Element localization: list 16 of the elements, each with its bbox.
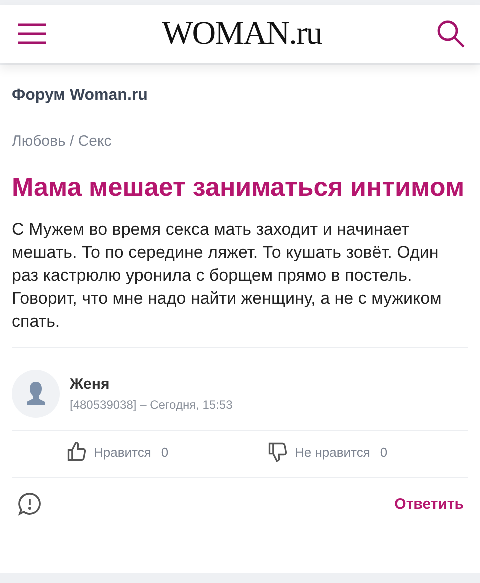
topic-body: С Мужем во время секса мать заходит и начинает мешать. То по середине ляжет. То кушать зовёт. Один раз кастрюлю уронила с борщем прямо в постель. Говорит, что мне надо найти женщину, а не с мужиком спать. bbox=[12, 219, 443, 333]
thumbs-down-icon bbox=[267, 441, 289, 463]
like-button[interactable]: Нравится 0 bbox=[66, 441, 267, 463]
reply-button[interactable]: Ответить bbox=[394, 496, 464, 512]
search-icon[interactable] bbox=[436, 19, 466, 49]
thumbs-up-icon bbox=[66, 441, 88, 463]
forum-title: Форум Woman.ru bbox=[12, 87, 149, 105]
report-icon[interactable] bbox=[18, 492, 42, 516]
breadcrumbs[interactable]: Любовь / Секс bbox=[12, 133, 468, 150]
post-meta: [480539038] – Сегодня, 15:53 bbox=[70, 398, 233, 412]
menu-icon[interactable] bbox=[18, 23, 48, 45]
topic-title: Мама мешает заниматься интимом bbox=[12, 171, 466, 204]
author-name[interactable]: Женя bbox=[70, 376, 233, 393]
dislike-button[interactable]: Не нравится 0 bbox=[267, 441, 468, 463]
site-logo[interactable]: WOMAN.ru bbox=[162, 16, 322, 52]
avatar-icon bbox=[12, 370, 60, 418]
